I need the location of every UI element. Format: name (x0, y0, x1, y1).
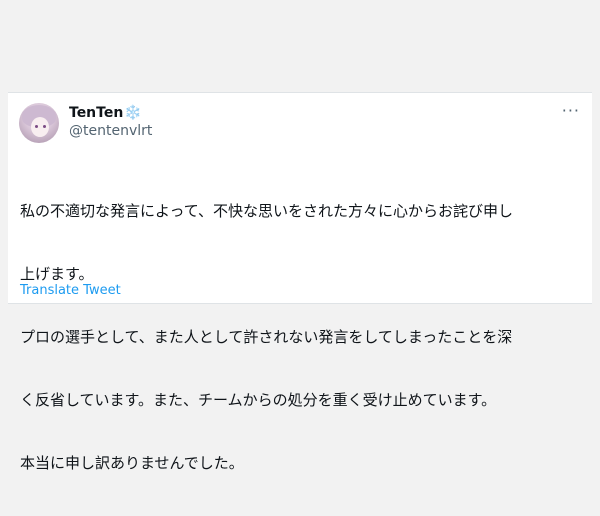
avatar[interactable] (19, 103, 59, 143)
tweet-card[interactable]: TenTen ❄️ @tentenvlrt ··· 私の不適切な発言によって、不… (8, 92, 592, 472)
user-info: TenTen ❄️ @tentenvlrt (69, 105, 152, 139)
tweet-line: 本当に申し訳ありませんでした。 (20, 454, 244, 472)
tweet-body: 私の不適切な発言によって、不快な思いをされた方々に心からお詫び申し 上げます。 … (20, 159, 582, 516)
tweet-line: 上げます。 (20, 265, 94, 283)
translate-tweet-link[interactable]: Translate Tweet (20, 283, 121, 298)
tweet-line: く反省しています。また、チームからの処分を重く受け止めています。 (20, 391, 497, 409)
tweet-line: 私の不適切な発言によって、不快な思いをされた方々に心からお詫び申し (20, 202, 514, 220)
avatar-eye-left (35, 125, 38, 128)
more-horizontal-icon[interactable]: ··· (562, 103, 580, 119)
user-handle[interactable]: @tentenvlrt (69, 123, 152, 139)
avatar-eye-right (43, 125, 46, 128)
tweet-line: プロの選手として、また人として許されない発言をしてしまったことを深 (20, 328, 513, 346)
avatar-face (31, 117, 49, 137)
display-name-text: TenTen (69, 105, 124, 121)
display-name[interactable]: TenTen ❄️ (69, 105, 152, 121)
snowflake-icon: ❄️ (124, 105, 142, 121)
